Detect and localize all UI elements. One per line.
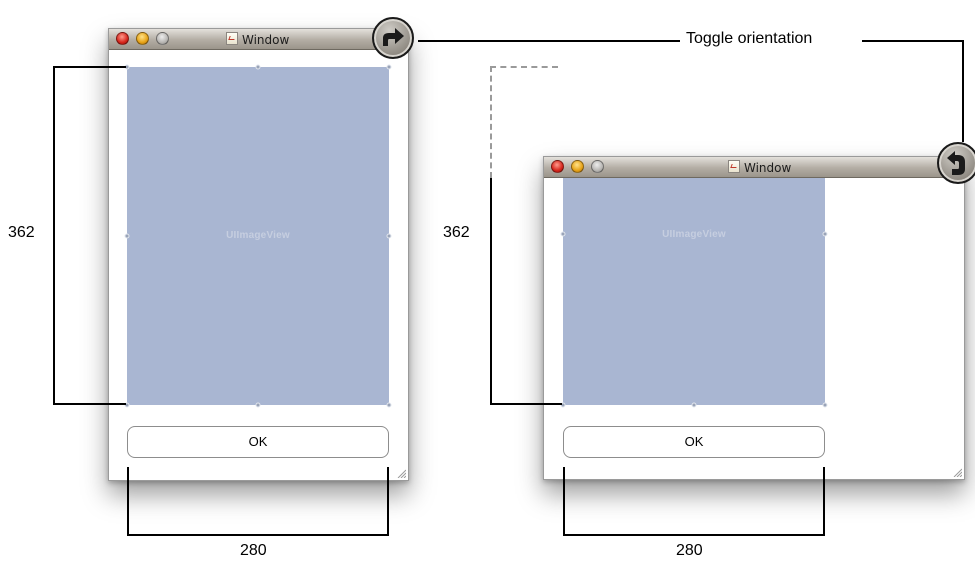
width-bracket-left-tick: [127, 467, 129, 536]
portrait-resize-handle[interactable]: [386, 402, 392, 408]
landscape-image-view-label: UIImageView: [662, 229, 726, 240]
callout-line-right: [862, 40, 964, 42]
height-bracket-vertical: [490, 178, 492, 404]
portrait-width-label: 280: [240, 542, 267, 559]
landscape-image-view[interactable]: UIImageView: [563, 178, 825, 405]
toggle-orientation-button[interactable]: [937, 142, 975, 184]
width-bracket-right-tick: [387, 467, 389, 536]
landscape-resize-handle[interactable]: [691, 402, 697, 408]
close-light-icon[interactable]: [116, 32, 129, 45]
landscape-resize-handle[interactable]: [560, 231, 566, 237]
portrait-window-title-wrap: Window: [226, 32, 289, 47]
landscape-height-label: 362: [443, 224, 470, 241]
width-bracket-horizontal: [127, 534, 389, 536]
portrait-title-bar[interactable]: Window: [109, 29, 408, 50]
portrait-window: Window UIImageView OK: [108, 28, 409, 481]
document-icon: [226, 32, 238, 45]
landscape-ok-button[interactable]: OK: [563, 426, 825, 458]
callout-line-down: [962, 40, 964, 142]
rotate-arrow-icon: [383, 28, 404, 46]
zoom-light-icon[interactable]: [591, 160, 604, 173]
minimize-light-icon[interactable]: [571, 160, 584, 173]
minimize-light-icon[interactable]: [136, 32, 149, 45]
width-bracket-left-tick: [563, 467, 565, 536]
portrait-resize-handle[interactable]: [255, 402, 261, 408]
callout-line-left: [418, 40, 680, 42]
toggle-orientation-callout: Toggle orientation: [680, 30, 819, 48]
width-bracket-right-tick: [823, 467, 825, 536]
portrait-resize-handle[interactable]: [386, 233, 392, 239]
landscape-title-bar[interactable]: Window: [544, 157, 964, 178]
portrait-height-label: 362: [8, 224, 35, 241]
portrait-window-title: Window: [242, 33, 290, 47]
portrait-image-view[interactable]: UIImageView: [127, 67, 389, 405]
height-bracket-bottom-tick: [490, 403, 562, 405]
portrait-resize-handle[interactable]: [255, 64, 261, 70]
portrait-ok-button[interactable]: OK: [127, 426, 389, 458]
close-light-icon[interactable]: [551, 160, 564, 173]
width-bracket-horizontal: [563, 534, 825, 536]
rotate-arrow-icon: [947, 151, 965, 175]
landscape-width-label: 280: [676, 542, 703, 559]
height-bracket-top-tick: [53, 66, 126, 68]
portrait-resize-handle[interactable]: [124, 233, 130, 239]
portrait-ghost-outline-left: [490, 66, 492, 178]
landscape-window-title-wrap: Window: [728, 160, 791, 175]
zoom-light-icon[interactable]: [156, 32, 169, 45]
height-bracket-vertical: [53, 66, 55, 405]
resize-grip-icon[interactable]: [952, 467, 962, 477]
portrait-resize-handle[interactable]: [386, 64, 392, 70]
resize-grip-icon[interactable]: [396, 468, 406, 478]
portrait-image-view-label: UIImageView: [226, 230, 290, 241]
portrait-ghost-outline-top: [490, 66, 558, 68]
document-icon: [728, 160, 740, 173]
landscape-resize-handle[interactable]: [822, 231, 828, 237]
landscape-resize-handle[interactable]: [822, 402, 828, 408]
landscape-window-title: Window: [744, 161, 792, 175]
landscape-window: Window UIImageView OK: [543, 156, 965, 480]
height-bracket-bottom-tick: [53, 403, 126, 405]
toggle-orientation-button[interactable]: [372, 17, 414, 59]
